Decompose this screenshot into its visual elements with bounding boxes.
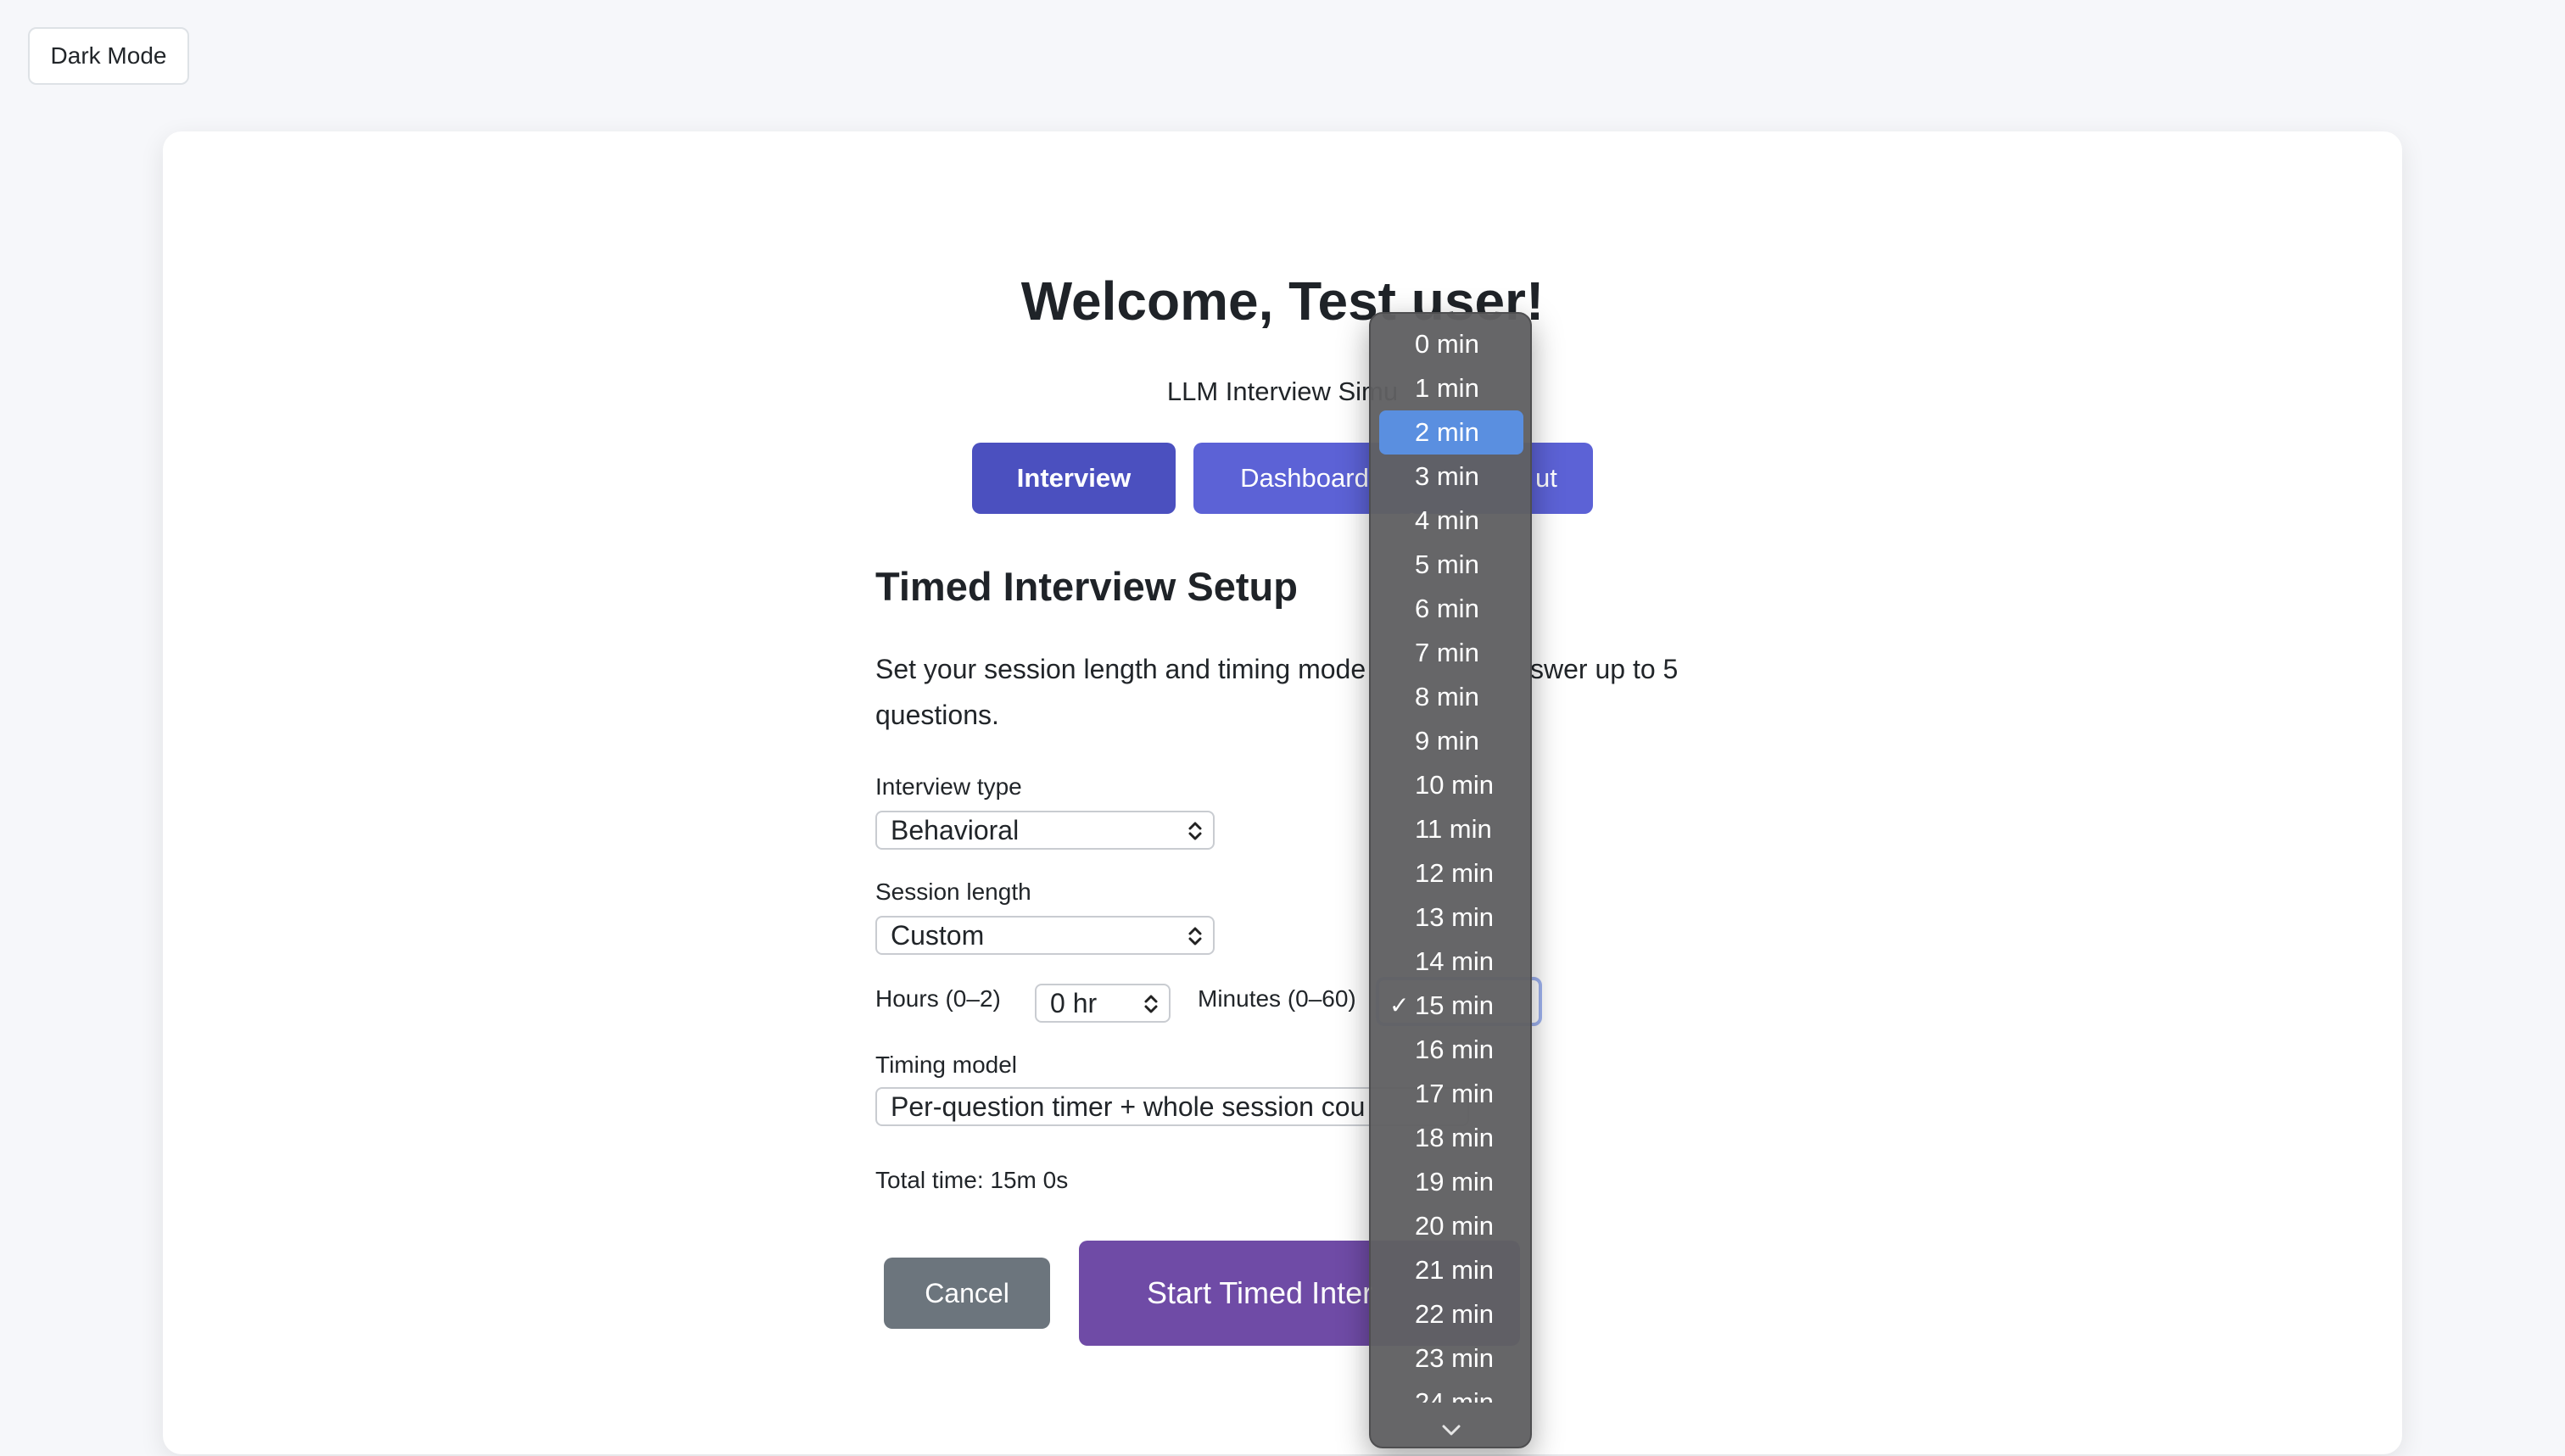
- minutes-option[interactable]: 22 min: [1379, 1292, 1523, 1336]
- minutes-option-label: 18 min: [1415, 1123, 1495, 1152]
- interview-type-select[interactable]: Behavioral: [875, 811, 1215, 850]
- page-title: Welcome, Test user!: [1020, 271, 1545, 332]
- chevron-updown-icon: [1188, 822, 1202, 840]
- description-line1: Set your session length and timing mode: [875, 654, 1366, 684]
- minutes-option[interactable]: 14 min: [1379, 940, 1523, 984]
- minutes-option[interactable]: 10 min: [1379, 763, 1523, 807]
- interview-type-value: Behavioral: [891, 814, 1020, 845]
- minutes-option-label: 21 min: [1415, 1255, 1495, 1285]
- minutes-option[interactable]: 13 min: [1379, 895, 1523, 940]
- minutes-option-label: 14 min: [1415, 946, 1495, 976]
- minutes-option-label: 12 min: [1415, 858, 1495, 888]
- minutes-option-label: 3 min: [1415, 461, 1479, 491]
- minutes-option-label: 22 min: [1415, 1299, 1495, 1329]
- chevron-down-icon[interactable]: [1439, 1423, 1464, 1438]
- minutes-option[interactable]: 1 min: [1379, 366, 1523, 410]
- minutes-option[interactable]: ✓ 15 min: [1379, 984, 1523, 1028]
- minutes-option[interactable]: 12 min: [1379, 851, 1523, 895]
- session-length-select[interactable]: Custom: [875, 916, 1215, 955]
- hours-value: 0 hr: [1050, 987, 1098, 1018]
- minutes-option-label: 8 min: [1415, 682, 1479, 711]
- minutes-option-label: 7 min: [1415, 638, 1479, 667]
- minutes-option[interactable]: 2 min: [1379, 410, 1523, 455]
- timing-model-label: Timing model: [875, 1052, 1018, 1078]
- minutes-option[interactable]: 5 min: [1379, 543, 1523, 587]
- setup-heading: Timed Interview Setup: [875, 564, 1298, 609]
- minutes-option-label: 23 min: [1415, 1343, 1495, 1373]
- minutes-option[interactable]: 23 min: [1379, 1336, 1523, 1381]
- session-length-value: Custom: [891, 919, 985, 951]
- minutes-option[interactable]: 18 min: [1379, 1116, 1523, 1160]
- minutes-option[interactable]: 7 min: [1379, 631, 1523, 675]
- minutes-option-label: 10 min: [1415, 770, 1495, 800]
- session-length-label: Session length: [875, 879, 1031, 905]
- minutes-option-label: 13 min: [1415, 902, 1495, 932]
- minutes-option-list[interactable]: 0 min 1 min 2 min 3 min 4 min 5 min 6 min 7 min…: [1371, 315, 1530, 1403]
- minutes-option[interactable]: 21 min: [1379, 1248, 1523, 1292]
- chevron-updown-icon: [1144, 995, 1158, 1013]
- minutes-option-label: 4 min: [1415, 505, 1479, 535]
- minutes-option-label: 5 min: [1415, 549, 1479, 579]
- minutes-option-label: 24 min: [1415, 1387, 1495, 1403]
- minutes-option[interactable]: 8 min: [1379, 675, 1523, 719]
- chevron-updown-icon: [1188, 927, 1202, 946]
- app-subtitle: LLM Interview Simu: [1166, 377, 1399, 406]
- minutes-option[interactable]: 11 min: [1379, 807, 1523, 851]
- minutes-option-label: 19 min: [1415, 1167, 1495, 1197]
- interview-button[interactable]: Interview: [972, 443, 1176, 514]
- minutes-option[interactable]: 3 min: [1379, 455, 1523, 499]
- minutes-option-label: 0 min: [1415, 329, 1479, 359]
- minutes-option[interactable]: 4 min: [1379, 499, 1523, 543]
- minutes-option-label: 9 min: [1415, 726, 1479, 756]
- minutes-option[interactable]: 19 min: [1379, 1160, 1523, 1204]
- total-time: Total time: 15m 0s: [875, 1167, 1069, 1193]
- minutes-option[interactable]: 0 min: [1379, 322, 1523, 366]
- minutes-option[interactable]: 17 min: [1379, 1072, 1523, 1116]
- minutes-option[interactable]: 6 min: [1379, 587, 1523, 631]
- minutes-option-label: 20 min: [1415, 1211, 1495, 1241]
- minutes-option[interactable]: 9 min: [1379, 719, 1523, 763]
- minutes-option-label: 17 min: [1415, 1079, 1495, 1108]
- checkmark-icon: ✓: [1389, 992, 1410, 1018]
- minutes-option-label: 11 min: [1415, 814, 1492, 844]
- minutes-option[interactable]: 24 min: [1379, 1381, 1523, 1403]
- setup-description: Set your session length and timing mode …: [875, 646, 1724, 738]
- description-line2: questions.: [875, 700, 999, 730]
- minutes-label: Minutes (0–60): [1198, 985, 1356, 1012]
- timing-model-value: Per-question timer + whole session cou: [891, 1091, 1366, 1122]
- description-line1-right: swer up to 5: [1530, 654, 1679, 684]
- hours-label: Hours (0–2): [875, 985, 1001, 1012]
- dark-mode-button[interactable]: Dark Mode: [28, 27, 189, 85]
- interview-type-label: Interview type: [875, 773, 1022, 800]
- minutes-option[interactable]: 16 min: [1379, 1028, 1523, 1072]
- minutes-option[interactable]: 20 min: [1379, 1204, 1523, 1248]
- logout-button-label: ut: [1535, 463, 1557, 493]
- minutes-option-label: 1 min: [1415, 373, 1479, 403]
- cancel-button[interactable]: Cancel: [884, 1258, 1050, 1329]
- minutes-dropdown[interactable]: 0 min 1 min 2 min 3 min 4 min 5 min 6 min 7 min…: [1369, 312, 1532, 1448]
- minutes-option-label: 16 min: [1415, 1035, 1495, 1064]
- minutes-option-label: 6 min: [1415, 594, 1479, 623]
- minutes-option-label: 2 min: [1415, 417, 1479, 447]
- hours-select[interactable]: 0 hr: [1035, 984, 1171, 1023]
- minutes-option-label: 15 min: [1415, 990, 1495, 1020]
